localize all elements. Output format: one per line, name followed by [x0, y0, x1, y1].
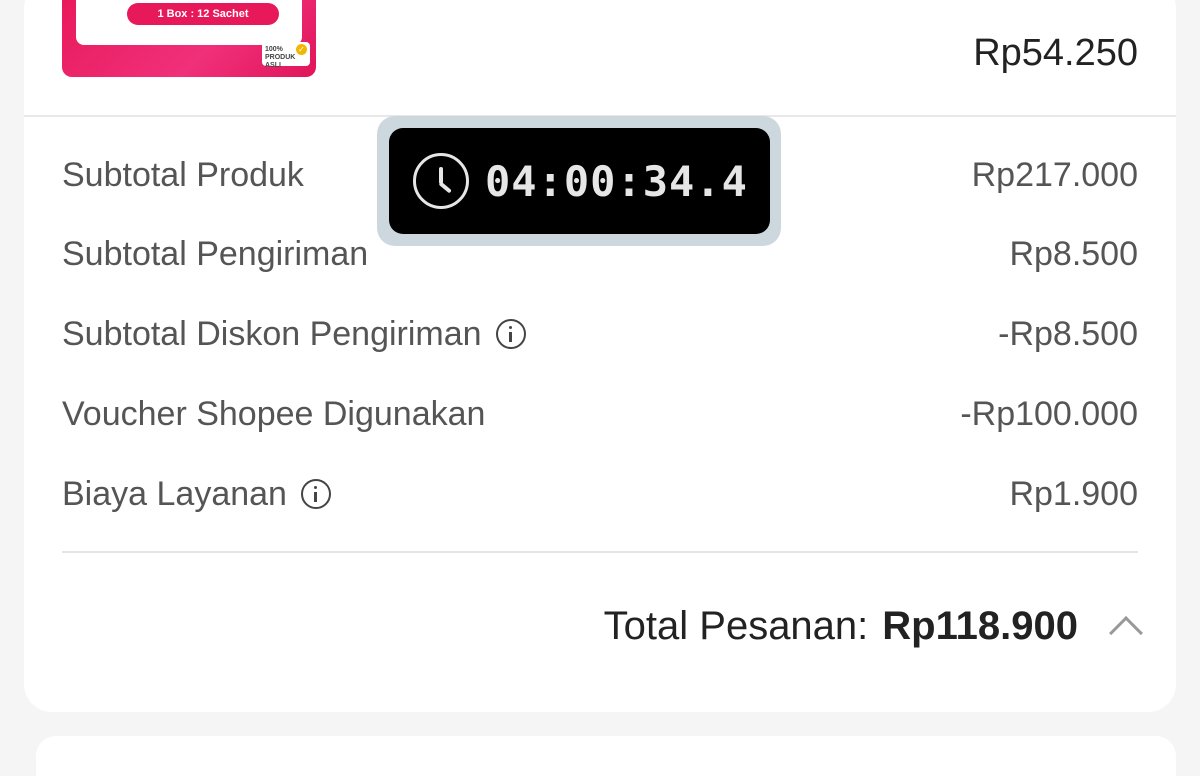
check-icon: ✓ — [296, 44, 307, 55]
divider — [62, 551, 1138, 553]
package-label: 1 Box : 12 Sachet — [127, 3, 279, 25]
info-icon[interactable] — [300, 479, 331, 509]
clock-icon — [413, 153, 469, 209]
row-label: Subtotal Produk — [62, 155, 304, 194]
total-amount: Rp118.900 — [882, 603, 1078, 648]
total-label: Total Pesanan: — [603, 603, 869, 648]
timer-value: 04:00:34.4 — [485, 156, 748, 206]
row-value: -Rp100.000 — [960, 394, 1138, 433]
summary-row-diskon-pengiriman: Subtotal Diskon Pengiriman -Rp8.500 — [62, 314, 1138, 354]
row-value: -Rp8.500 — [998, 314, 1138, 353]
product-price: Rp54.250 — [973, 32, 1138, 74]
order-total[interactable]: Total Pesanan: Rp118.900 — [603, 602, 1143, 650]
row-label: Subtotal Pengiriman — [62, 234, 369, 273]
summary-row-biaya-layanan: Biaya Layanan Rp1.900 — [62, 474, 1138, 514]
timer-overlay: 04:00:34.4 — [389, 128, 770, 234]
row-value: Rp1.900 — [1009, 474, 1138, 513]
product-thumbnail-panel: 1 Box : 12 Sachet — [76, 0, 302, 45]
authentic-badge: 100% PRODUK ASLI ✓ — [262, 42, 310, 69]
row-value: Rp217.000 — [971, 155, 1138, 194]
row-label: Subtotal Diskon Pengiriman — [62, 314, 482, 353]
product-thumbnail[interactable]: 1 Box : 12 Sachet 100% PRODUK ASLI ✓ — [62, 0, 316, 77]
summary-row-voucher: Voucher Shopee Digunakan -Rp100.000 — [62, 394, 1138, 434]
next-section-card — [36, 736, 1176, 776]
row-value: Rp8.500 — [1009, 234, 1138, 273]
row-label: Biaya Layanan — [62, 474, 287, 513]
info-icon[interactable] — [495, 319, 526, 349]
chevron-up-icon[interactable] — [1109, 616, 1143, 650]
authentic-badge-text: 100% PRODUK ASLI — [265, 46, 296, 69]
row-label: Voucher Shopee Digunakan — [62, 394, 486, 433]
